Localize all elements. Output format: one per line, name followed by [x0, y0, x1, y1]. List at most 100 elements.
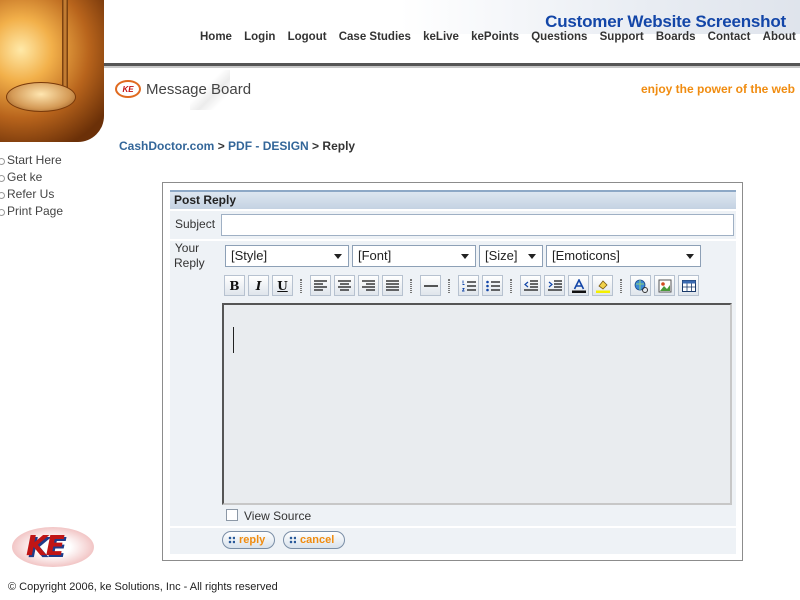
toolbar-separator	[300, 279, 302, 293]
side-menu-print-page[interactable]: Print Page	[0, 203, 63, 220]
toolbar-separator	[410, 279, 412, 293]
side-menu-refer-us[interactable]: Refer Us	[0, 186, 63, 203]
corner-image-disk	[6, 82, 76, 112]
nav-logout[interactable]: Logout	[288, 31, 327, 47]
bullet-list-button[interactable]	[482, 275, 503, 296]
globe-link-icon	[634, 279, 648, 293]
reply-editor-area[interactable]	[222, 303, 732, 505]
chevron-down-icon	[686, 254, 694, 259]
horizontal-rule-icon	[423, 284, 438, 287]
italic-button[interactable]: I	[248, 275, 269, 296]
align-center-button[interactable]	[334, 275, 355, 296]
nav-support[interactable]: Support	[600, 31, 644, 47]
emoticons-dropdown-value: [Emoticons]	[552, 248, 620, 263]
font-dropdown-value: [Font]	[358, 248, 392, 263]
table-icon	[681, 279, 696, 292]
text-caret	[233, 327, 234, 353]
tagline: enjoy the power of the web	[640, 82, 795, 96]
reply-button-label: reply	[239, 534, 266, 546]
cancel-button-label: cancel	[300, 534, 335, 546]
toolbar-separator	[620, 279, 622, 293]
justify-button[interactable]	[382, 275, 403, 296]
view-source-label: View Source	[244, 509, 312, 523]
style-dropdown-value: [Style]	[231, 248, 268, 263]
numbered-list-button[interactable]	[458, 275, 479, 296]
site-title: Customer Website Screenshot	[545, 12, 786, 31]
nav-kelive[interactable]: keLive	[423, 31, 459, 47]
corner-image-stem	[62, 0, 68, 92]
breadcrumb-cashdoctor[interactable]: CashDoctor.com	[119, 139, 214, 153]
image-icon	[658, 279, 671, 292]
nav-questions[interactable]: Questions	[531, 31, 587, 47]
side-menu: Start Here Get ke Refer Us Print Page	[0, 152, 63, 220]
formatting-toolbar: B I U	[222, 274, 734, 298]
align-right-icon	[362, 280, 375, 291]
style-dropdown[interactable]: [Style]	[225, 245, 349, 267]
align-left-icon	[314, 280, 327, 291]
insert-image-button[interactable]	[654, 275, 675, 296]
top-navigation: Home Login Logout Case Studies keLive ke…	[200, 31, 796, 47]
insert-table-button[interactable]	[678, 275, 699, 296]
breadcrumb-pdf-design[interactable]: PDF - DESIGN	[228, 139, 309, 153]
chevron-down-icon	[461, 254, 469, 259]
align-left-button[interactable]	[310, 275, 331, 296]
form-header: Post Reply	[170, 190, 736, 209]
highlight-color-icon	[595, 279, 610, 293]
chevron-down-icon	[528, 254, 536, 259]
reply-label: Your Reply	[174, 241, 205, 271]
size-dropdown[interactable]: [Size]	[479, 245, 543, 267]
dots-icon	[228, 536, 235, 544]
header-divider-shadow	[104, 66, 800, 68]
nav-about[interactable]: About	[763, 31, 796, 47]
nav-login[interactable]: Login	[244, 31, 275, 47]
emoticons-dropdown[interactable]: [Emoticons]	[546, 245, 701, 267]
nav-home[interactable]: Home	[200, 31, 232, 47]
cancel-button[interactable]: cancel	[283, 531, 345, 549]
font-color-icon	[571, 278, 586, 293]
nav-case-studies[interactable]: Case Studies	[339, 31, 411, 47]
reply-label-line2: Reply	[174, 256, 205, 270]
outdent-button[interactable]	[520, 275, 541, 296]
header-corner-image	[0, 0, 104, 142]
subject-label: Subject	[175, 217, 216, 231]
align-right-button[interactable]	[358, 275, 379, 296]
ke-small-logo-text: KE	[122, 84, 134, 94]
breadcrumb-separator: >	[214, 139, 229, 153]
horizontal-rule-button[interactable]	[420, 275, 441, 296]
indent-button[interactable]	[544, 275, 565, 296]
reply-button[interactable]: reply	[222, 531, 275, 549]
view-source-checkbox[interactable]	[226, 509, 238, 521]
insert-link-button[interactable]	[630, 275, 651, 296]
nav-contact[interactable]: Contact	[708, 31, 751, 47]
post-reply-form: Post Reply Subject Your Reply [Style] [F…	[162, 182, 743, 561]
page-title: Message Board	[146, 81, 252, 98]
subject-input[interactable]	[221, 214, 734, 236]
nav-boards[interactable]: Boards	[656, 31, 696, 47]
side-menu-get-ke[interactable]: Get ke	[0, 169, 63, 186]
indent-icon	[547, 279, 562, 291]
dots-icon	[289, 536, 296, 544]
ke-logo: KE	[12, 527, 94, 567]
chevron-down-icon	[334, 254, 342, 259]
toolbar-separator	[448, 279, 450, 293]
justify-icon	[386, 280, 399, 291]
breadcrumb-current: Reply	[322, 139, 356, 153]
size-dropdown-value: [Size]	[485, 248, 518, 263]
underline-button[interactable]: U	[272, 275, 293, 296]
breadcrumb: CashDoctor.com > PDF - DESIGN > Reply	[119, 139, 355, 153]
highlight-color-button[interactable]	[592, 275, 613, 296]
numbered-list-icon	[461, 280, 476, 291]
outdent-icon	[523, 279, 538, 291]
copyright-text: © Copyright 2006, ke Solutions, Inc - Al…	[8, 581, 278, 593]
nav-kepoints[interactable]: kePoints	[471, 31, 519, 47]
toolbar-separator	[510, 279, 512, 293]
ke-small-logo-icon: KE	[115, 80, 141, 98]
font-color-button[interactable]	[568, 275, 589, 296]
breadcrumb-separator: >	[308, 139, 323, 153]
bold-button[interactable]: B	[224, 275, 245, 296]
side-menu-start-here[interactable]: Start Here	[0, 152, 63, 169]
align-center-icon	[338, 280, 351, 291]
reply-label-line1: Your	[174, 241, 200, 255]
font-dropdown[interactable]: [Font]	[352, 245, 476, 267]
ke-logo-text: KE	[26, 529, 65, 562]
